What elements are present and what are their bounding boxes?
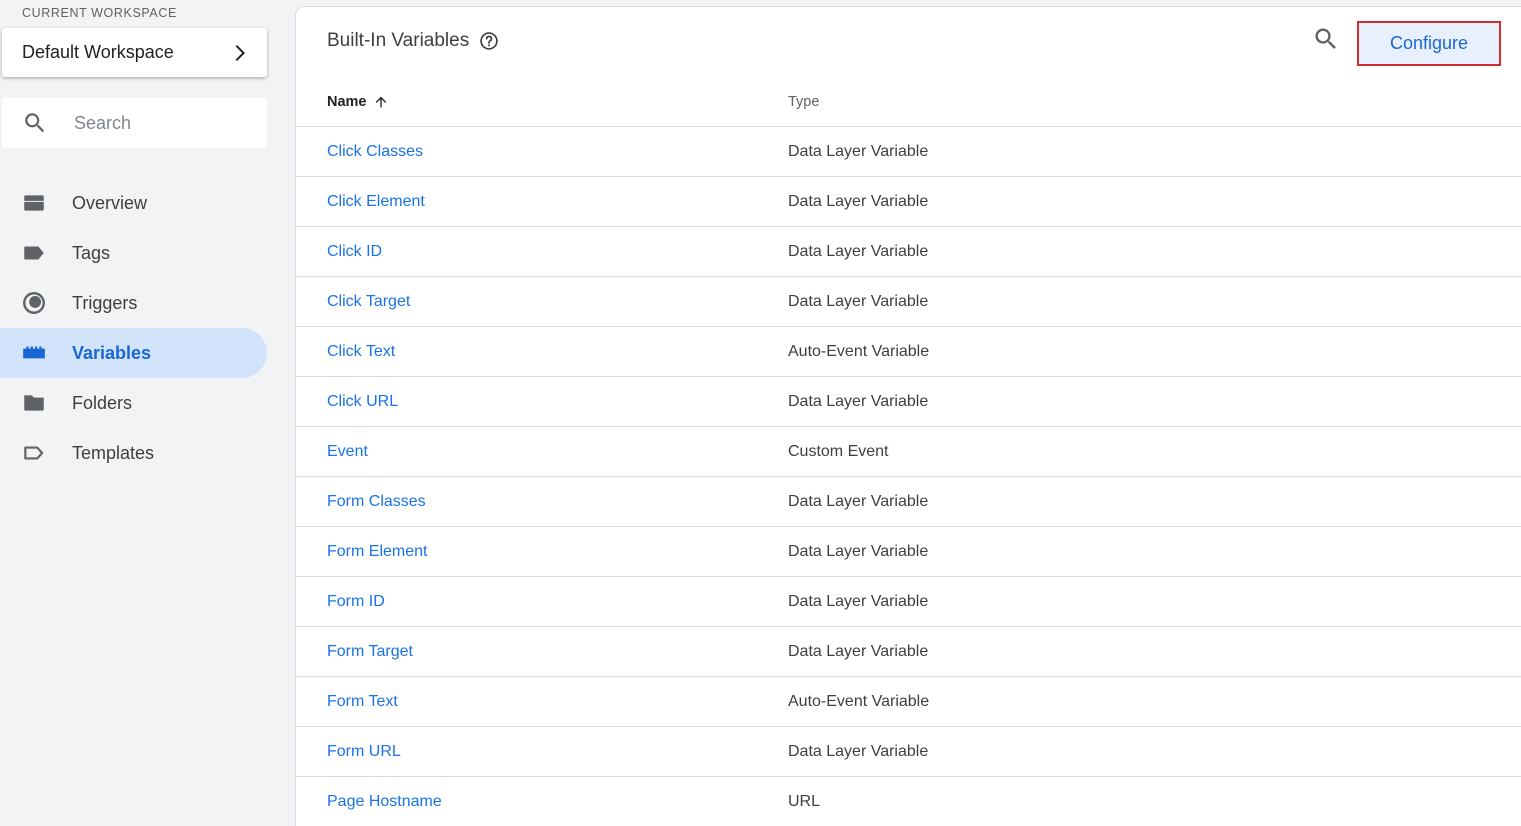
sidebar-item-label: Variables	[72, 342, 152, 363]
variable-name-link[interactable]: Page Hostname	[327, 793, 788, 811]
variable-type: Data Layer Variable	[788, 392, 929, 410]
variable-name-link[interactable]: Form Element	[327, 543, 788, 561]
table-row: Click Text Auto-Event Variable	[296, 327, 1521, 377]
variable-type: Data Layer Variable	[788, 592, 929, 610]
sidebar-item-label: Folders	[72, 392, 133, 413]
variable-name-link[interactable]: Click Target	[327, 293, 788, 311]
search-button[interactable]	[1312, 27, 1340, 55]
table-row: Form Classes Data Layer Variable	[296, 477, 1521, 527]
table-row: Form Text Auto-Event Variable	[296, 677, 1521, 727]
workspace-label: CURRENT WORKSPACE	[22, 6, 177, 20]
variable-name-link[interactable]: Click Classes	[327, 143, 788, 161]
variable-name-link[interactable]: Event	[327, 443, 788, 461]
variable-name-link[interactable]: Click ID	[327, 243, 788, 261]
help-icon[interactable]	[479, 31, 499, 51]
variable-type: Auto-Event Variable	[788, 342, 930, 360]
sidebar-item-folders[interactable]: Folders	[0, 378, 267, 428]
tag-icon	[21, 240, 47, 266]
table-row: Click Target Data Layer Variable	[296, 277, 1521, 327]
variable-name-link[interactable]: Form URL	[327, 743, 788, 761]
variable-name-link[interactable]: Form Text	[327, 693, 788, 711]
sidebar-nav: Overview Tags Triggers Variables Folders…	[0, 178, 267, 478]
table-row: Page Hostname URL	[296, 777, 1521, 826]
sidebar-item-label: Overview	[72, 192, 148, 213]
sidebar-search[interactable]	[2, 98, 267, 148]
folder-icon	[21, 390, 47, 416]
table-row: Form ID Data Layer Variable	[296, 577, 1521, 627]
variable-type: Data Layer Variable	[788, 542, 929, 560]
table-row: Form URL Data Layer Variable	[296, 727, 1521, 777]
variable-name-link[interactable]: Form ID	[327, 593, 788, 611]
template-icon	[21, 440, 47, 466]
variable-type: URL	[788, 792, 821, 810]
column-header-name-label: Name	[327, 93, 367, 110]
panel-header: Built-In Variables	[327, 30, 499, 52]
sidebar-item-tags[interactable]: Tags	[0, 228, 267, 278]
sidebar-item-label: Templates	[72, 442, 155, 463]
search-icon	[1312, 25, 1340, 58]
table-header: Name Type	[296, 77, 1521, 127]
variables-icon	[21, 340, 47, 366]
variable-name-link[interactable]: Form Target	[327, 643, 788, 661]
sidebar-item-label: Triggers	[72, 292, 138, 313]
workspace-selector[interactable]: Default Workspace	[2, 28, 267, 77]
sidebar-item-variables[interactable]: Variables	[0, 328, 267, 378]
trigger-icon	[21, 290, 47, 316]
builtin-variables-panel: Built-In Variables Configure Name Type C…	[296, 7, 1521, 826]
variable-type: Data Layer Variable	[788, 192, 929, 210]
table-row: Form Target Data Layer Variable	[296, 627, 1521, 677]
column-header-type[interactable]: Type	[788, 94, 819, 110]
overview-icon	[21, 190, 47, 216]
variable-type: Data Layer Variable	[788, 742, 929, 760]
page-title: Built-In Variables	[327, 30, 470, 51]
configure-button[interactable]: Configure	[1357, 21, 1501, 66]
table-row: Event Custom Event	[296, 427, 1521, 477]
search-input[interactable]	[72, 111, 246, 135]
variable-name-link[interactable]: Form Classes	[327, 493, 788, 511]
table-row: Click URL Data Layer Variable	[296, 377, 1521, 427]
workspace-name: Default Workspace	[22, 42, 174, 62]
variable-type: Data Layer Variable	[788, 142, 929, 160]
table-row: Click ID Data Layer Variable	[296, 227, 1521, 277]
table-row: Form Element Data Layer Variable	[296, 527, 1521, 577]
sidebar-item-label: Tags	[72, 242, 111, 263]
sidebar-item-templates[interactable]: Templates	[0, 428, 267, 478]
variable-type: Data Layer Variable	[788, 492, 929, 510]
table-row: Click Element Data Layer Variable	[296, 177, 1521, 227]
chevron-right-icon	[227, 41, 251, 65]
arrow-up-icon	[373, 94, 389, 110]
variable-name-link[interactable]: Click Text	[327, 343, 788, 361]
sidebar: CURRENT WORKSPACE Default Workspace Over…	[0, 0, 280, 826]
variable-type: Data Layer Variable	[788, 642, 929, 660]
variable-type: Data Layer Variable	[788, 292, 929, 310]
variables-table: Name Type Click Classes Data Layer Variab…	[296, 77, 1521, 826]
variable-type: Auto-Event Variable	[788, 692, 930, 710]
sidebar-item-triggers[interactable]: Triggers	[0, 278, 267, 328]
variable-name-link[interactable]: Click URL	[327, 393, 788, 411]
table-row: Click Classes Data Layer Variable	[296, 127, 1521, 177]
variable-name-link[interactable]: Click Element	[327, 193, 788, 211]
variable-type: Data Layer Variable	[788, 242, 929, 260]
variable-type: Custom Event	[788, 442, 889, 460]
column-header-name[interactable]: Name	[327, 94, 788, 110]
search-icon	[22, 110, 48, 136]
sidebar-item-overview[interactable]: Overview	[0, 178, 267, 228]
app-root: CURRENT WORKSPACE Default Workspace Over…	[0, 0, 1521, 826]
